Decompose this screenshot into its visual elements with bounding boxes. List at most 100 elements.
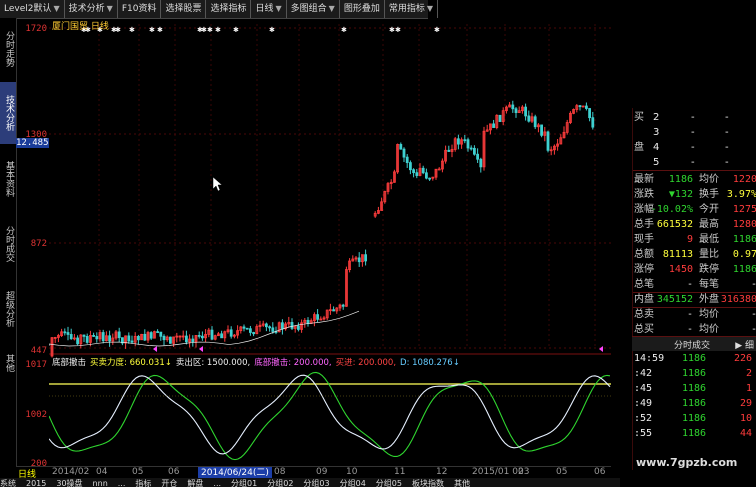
toolbar-item[interactable]: 日线 ▼ bbox=[251, 0, 287, 18]
toolbar-item[interactable]: 多图组合 ▼ bbox=[287, 0, 340, 18]
price-axis-lower: 872 bbox=[30, 239, 47, 249]
left-tab[interactable]: 其他 bbox=[0, 343, 16, 383]
bottom-tab[interactable]: ... bbox=[213, 479, 221, 487]
current-price-marker: 12.485 bbox=[16, 138, 49, 148]
candle-body bbox=[514, 108, 518, 114]
event-marker: ✱ bbox=[233, 26, 239, 34]
bottom-tab[interactable]: ... bbox=[118, 479, 126, 487]
chevron-down-icon: ▼ bbox=[426, 4, 434, 13]
order-book-price: - bbox=[691, 157, 695, 168]
candle-body bbox=[149, 332, 153, 339]
toolbar-item[interactable]: 常用指标 ▼ bbox=[385, 0, 439, 18]
left-tab[interactable]: 分时走势 bbox=[0, 18, 16, 80]
indicator-axis-top: 1017 bbox=[25, 360, 47, 370]
candle-body bbox=[578, 105, 582, 108]
left-tab[interactable]: 技术分析 bbox=[0, 82, 16, 144]
quote-stat-value: 345152 bbox=[656, 294, 693, 305]
bottom-tab[interactable]: 分组01 bbox=[231, 479, 257, 487]
candle-body bbox=[476, 153, 480, 160]
candle-body bbox=[479, 158, 483, 168]
candle-body bbox=[156, 331, 159, 334]
toolbar-item[interactable]: Level2默认 ▼ bbox=[0, 0, 65, 18]
candle-body bbox=[127, 335, 131, 342]
bottom-tab[interactable]: 分组04 bbox=[340, 479, 366, 487]
toolbar-item[interactable]: 选择指标 bbox=[206, 0, 252, 18]
bottom-tab[interactable]: 分组05 bbox=[376, 479, 402, 487]
event-marker: ✱ bbox=[269, 26, 275, 34]
candle-body bbox=[69, 334, 73, 340]
bottom-tab[interactable]: 2015 bbox=[26, 479, 46, 487]
chevron-down-icon: ▼ bbox=[275, 4, 282, 13]
moving-average-line bbox=[48, 310, 360, 347]
date-tick-label: 11 bbox=[394, 467, 406, 477]
candle-body bbox=[511, 104, 515, 110]
price-axis-top: 1720 bbox=[25, 24, 47, 34]
quote-stat-label: 涨停 bbox=[634, 264, 654, 275]
toolbar-item-label: 多图组合 bbox=[290, 4, 327, 14]
event-marker: ✱ bbox=[149, 26, 155, 34]
toolbar-item[interactable]: 技术分析 ▼ bbox=[65, 0, 118, 18]
candle-body bbox=[437, 168, 441, 171]
order-book-volume: - bbox=[725, 142, 729, 153]
candle-body bbox=[415, 172, 419, 176]
toolbar-item[interactable]: 选择股票 bbox=[161, 0, 207, 18]
quote-stat-label: 今开 bbox=[699, 204, 719, 215]
quote-stat-value: 3.97% bbox=[726, 189, 756, 200]
bottom-tab[interactable]: 分组02 bbox=[267, 479, 293, 487]
time-sales-row: :49 1186 29 bbox=[632, 396, 756, 411]
indicator-legend-item: 底部撤击: 200.000, bbox=[254, 358, 332, 368]
candlestick-chart[interactable]: ✱✱ ✱ ✱✱ ✱ ✱ ✱ ✱✱ ✱ ✱ ✱ ✱ ✱ ✱ ✱ ✱ bbox=[48, 18, 611, 470]
tick-price: 1186 bbox=[682, 353, 707, 364]
date-tick-label: 10 bbox=[346, 467, 358, 477]
indicator-legend-item: 买卖力度: 660.031↓ bbox=[90, 358, 172, 368]
date-tick-label: 05 bbox=[132, 467, 144, 477]
tick-price: 1186 bbox=[682, 398, 707, 409]
toolbar-item-label: 图形叠加 bbox=[343, 4, 380, 14]
candle-body bbox=[316, 314, 320, 320]
time-sales-row: 14:59 1186 226 bbox=[632, 351, 756, 366]
quote-stat-label: 最低 bbox=[699, 234, 719, 245]
tick-volume: 2 bbox=[745, 368, 752, 379]
bottom-tab[interactable]: nnn bbox=[93, 479, 108, 487]
chart-area[interactable]: ✱ ✱ ✱ ✱ ✱ ✱ ✱ ✱ ✱ ✱ ✱ ✱ ✱ ✱ ✱ ✱ ✱ ✱ bbox=[48, 18, 611, 470]
tick-price: 1186 bbox=[682, 383, 707, 394]
date-tick-label: 2015/01 02 bbox=[472, 467, 524, 477]
bottom-tab[interactable]: 分组03 bbox=[303, 479, 329, 487]
candle-body bbox=[280, 322, 284, 330]
tick-time: :45 bbox=[634, 383, 653, 394]
quote-stat-value: -10.02% bbox=[650, 204, 693, 215]
order-book-level: 4 bbox=[653, 142, 660, 153]
bottom-tab[interactable]: 开仓 bbox=[161, 479, 177, 487]
candle-body bbox=[85, 335, 89, 343]
bottom-tab[interactable]: 指标 bbox=[135, 479, 151, 487]
tick-volume: 10 bbox=[739, 413, 752, 424]
indicator-legend-item: 底部撤击 bbox=[52, 358, 87, 368]
tick-time: :52 bbox=[634, 413, 653, 424]
candle-body bbox=[169, 336, 172, 344]
left-tab[interactable]: 分时成交 bbox=[0, 214, 16, 274]
indicator-legend-item: 卖出区: 1500.000, bbox=[175, 358, 251, 368]
indicator-legend: 底部撤击 买卖力度: 660.031↓ 卖出区: 1500.000, 底部撤击: 20… bbox=[52, 356, 464, 368]
bottom-tab[interactable]: 30操盘 bbox=[56, 479, 82, 487]
quote-stat-value: 1275 bbox=[732, 204, 756, 215]
toolbar-item-label: 选择指标 bbox=[210, 4, 247, 14]
bottom-tab-bar: 系统 2015 30操盘 nnn... 指标 开仓 解盘... 分组01 分组02 分组03 分组0… bbox=[0, 478, 620, 487]
toolbar-item[interactable]: F10资料 bbox=[118, 0, 162, 18]
quote-stat-value: - bbox=[686, 309, 693, 320]
candle-body bbox=[117, 331, 121, 339]
time-sales-detail-button[interactable]: ▶ 细 bbox=[735, 338, 754, 351]
quote-stat-row: 涨幅 -10.02% 今开 1275 bbox=[633, 202, 756, 217]
bottom-tab[interactable]: 系统 bbox=[0, 479, 16, 487]
quote-stat-label: 跌停 bbox=[699, 264, 719, 275]
toolbar-item[interactable]: 图形叠加 bbox=[340, 0, 385, 18]
candle-body bbox=[332, 309, 336, 312]
quote-stat-label: 均价 bbox=[699, 174, 719, 185]
time-sales-header[interactable]: 分时成交 ▶ 细 bbox=[632, 336, 756, 351]
quote-stat-label: 现手 bbox=[634, 234, 654, 245]
quote-stat-row: 总手 661532 最高 1280 bbox=[633, 217, 756, 232]
bottom-tab[interactable]: 其他 bbox=[454, 479, 470, 487]
bottom-tab[interactable]: 板块指数 bbox=[412, 479, 444, 487]
left-tab[interactable]: 超级分析 bbox=[0, 276, 16, 342]
bottom-tab[interactable]: 解盘 bbox=[187, 479, 203, 487]
left-tab[interactable]: 基本资料 bbox=[0, 146, 16, 212]
